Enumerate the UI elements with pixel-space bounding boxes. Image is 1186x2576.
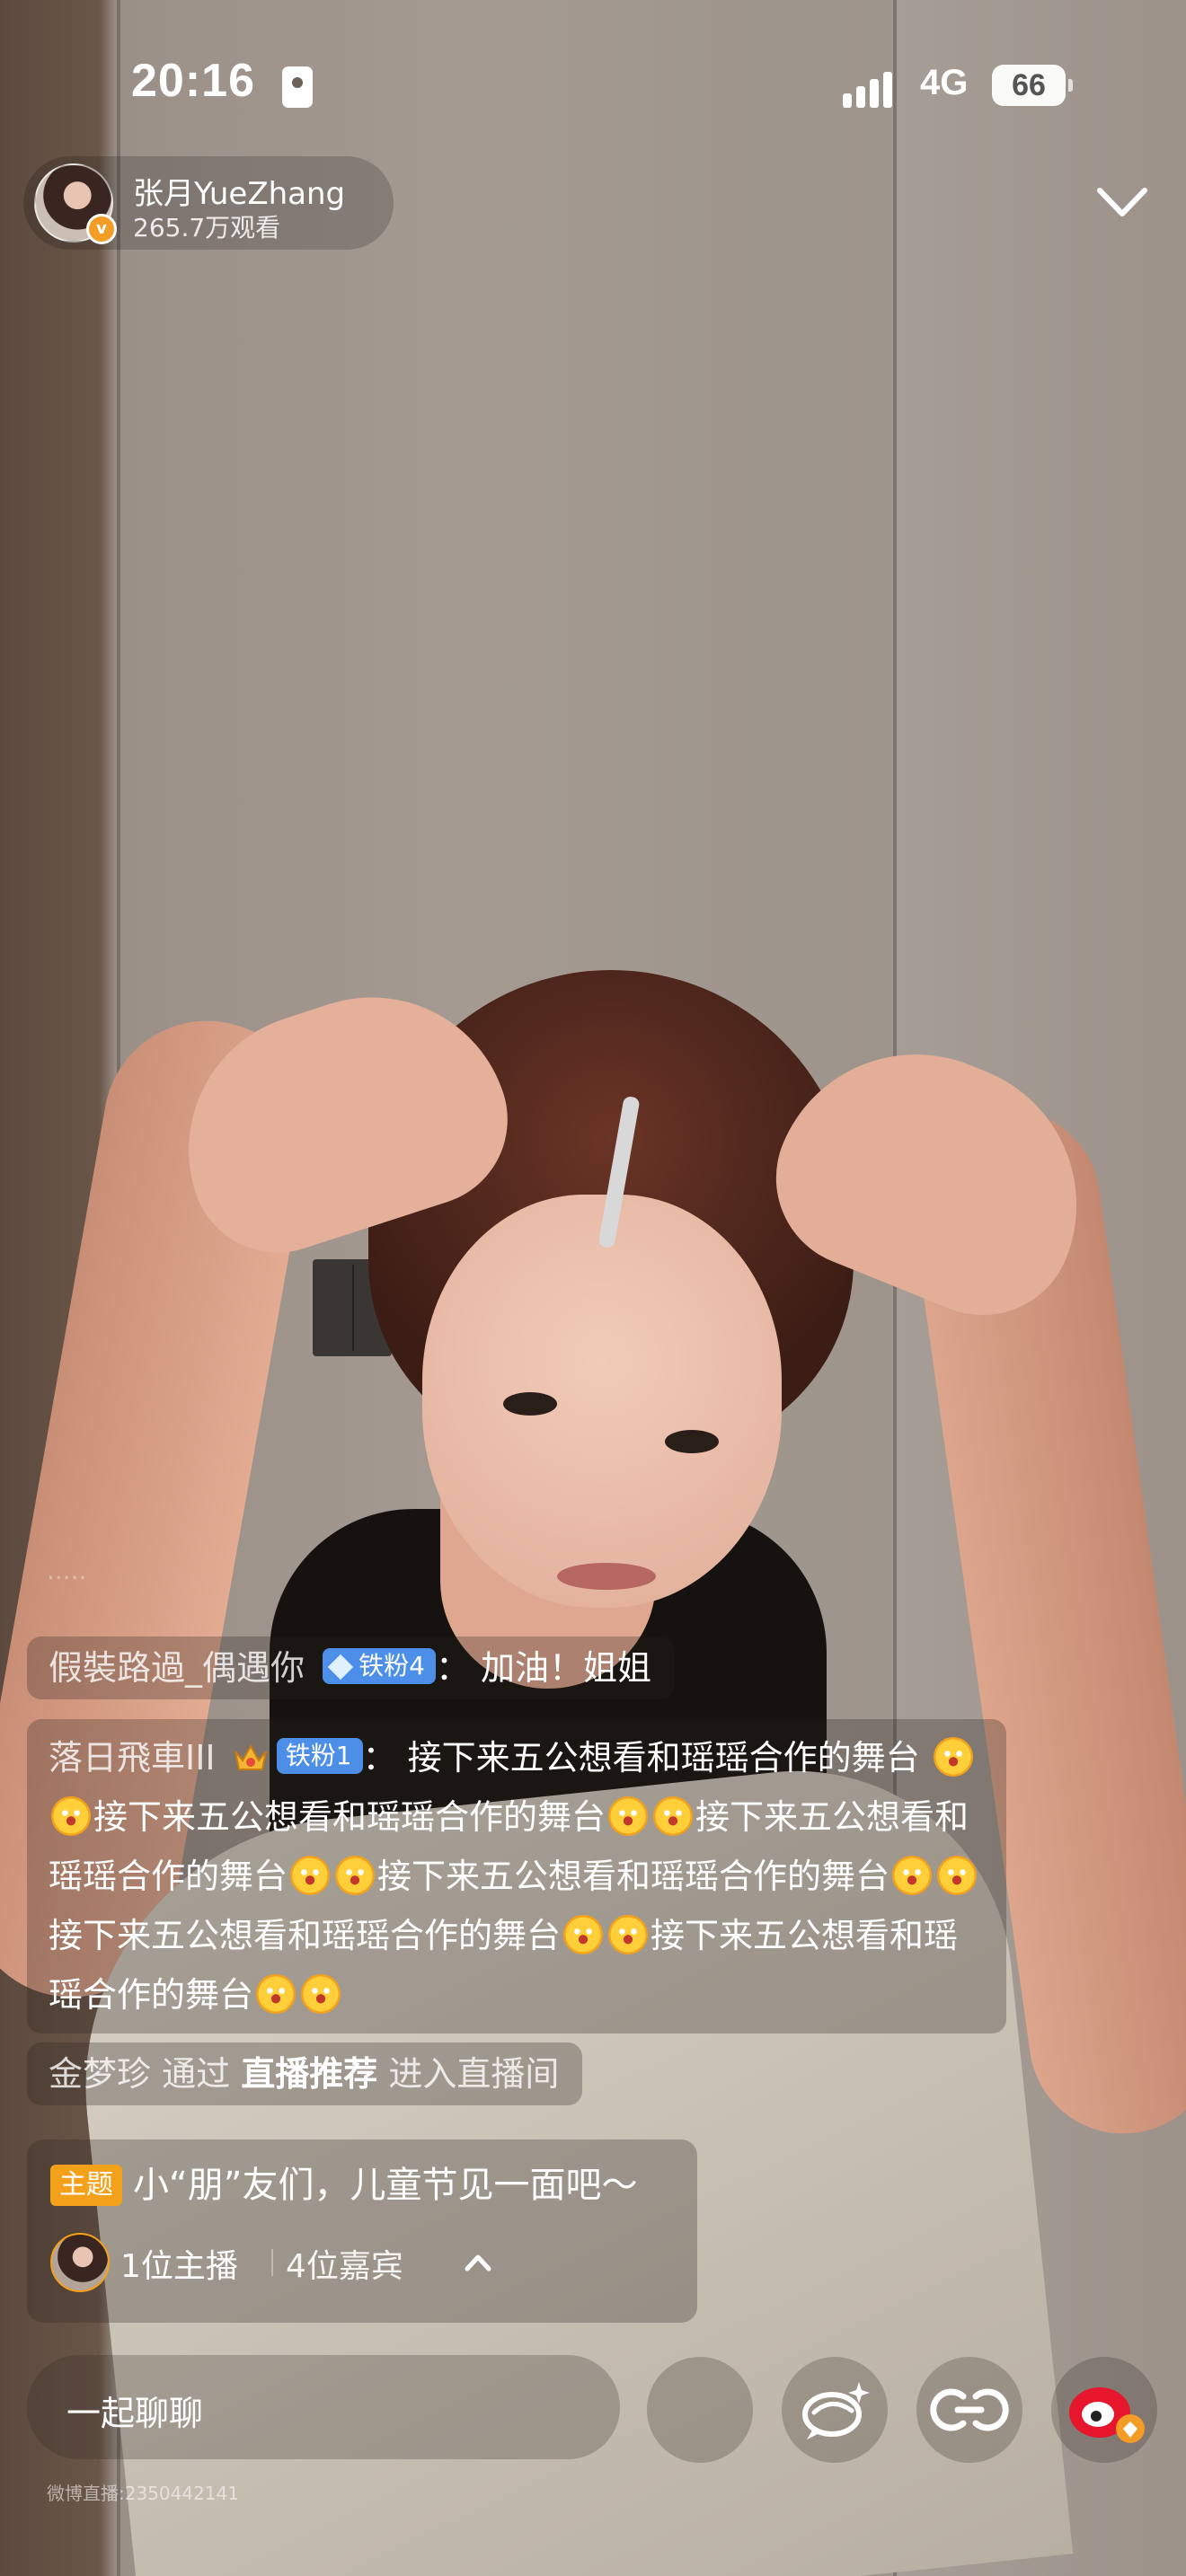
host-mini-avatar: [50, 2233, 110, 2292]
shocked-emoji-icon: [256, 1974, 296, 2014]
shocked-emoji-icon: [563, 1915, 604, 1954]
shocked-emoji-icon: [290, 1856, 331, 1895]
watermark: 微博直播:2350442141: [47, 2483, 239, 2504]
shocked-emoji-icon: [301, 1974, 341, 2014]
host-count: 1位主播: [120, 2248, 238, 2285]
chat-input[interactable]: 一起聊聊: [27, 2355, 620, 2459]
comment-username[interactable]: 假裝路過_偶遇你: [49, 1648, 305, 1688]
shocked-emoji-icon: [933, 1737, 973, 1777]
shocked-emoji-icon: [335, 1856, 376, 1895]
guest-count[interactable]: 4位嘉宾: [286, 2240, 403, 2287]
comment-username[interactable]: 落日飛車III: [49, 1738, 216, 1778]
sparkle-chat-icon: [802, 2382, 870, 2439]
verified-badge-icon: v: [86, 214, 117, 244]
status-bar: 20:16 4G 66: [0, 0, 1186, 171]
shocked-emoji-icon: [51, 1796, 91, 1836]
comment-text: 接下来五公想看和瑶瑶合作的舞台: [49, 1916, 562, 1955]
network-type: 4G: [920, 63, 969, 102]
faded-previous-comment: ·····: [47, 1563, 87, 1592]
divider: [271, 2249, 273, 2276]
sparkle-chat-button[interactable]: [782, 2357, 888, 2463]
comment-item[interactable]: 假裝路過_偶遇你 铁粉4： 加油！姐姐: [27, 1636, 676, 1699]
comment-text: 接下来五公想看和瑶瑶合作的舞台: [93, 1797, 606, 1837]
streamer-eye: [503, 1392, 557, 1416]
crown-icon: [234, 1743, 267, 1770]
link-icon: [930, 2388, 1009, 2431]
host-view-count: 265.7万观看: [133, 213, 281, 243]
host-name: 张月YueZhang: [133, 176, 346, 212]
entry-notice: 金梦珍 通过 直播推荐 进入直播间: [27, 2042, 583, 2105]
chevron-down-icon[interactable]: [1094, 180, 1150, 225]
fan-level-badge: 铁粉4: [323, 1648, 436, 1684]
topic-tag: 主题: [50, 2165, 122, 2206]
weibo-logo-icon: [1069, 2387, 1145, 2443]
status-time: 20:16: [131, 55, 255, 107]
screen-lock-icon: [282, 66, 313, 108]
chat-input-label: 一起聊聊: [66, 2394, 204, 2433]
topic-card[interactable]: 主题 小“朋”友们，儿童节见一面吧～ 1位主播 4位嘉宾: [27, 2139, 697, 2323]
shocked-emoji-icon: [608, 1796, 649, 1836]
streamer-mouth: [557, 1563, 656, 1590]
shocked-emoji-icon: [653, 1796, 694, 1836]
chevron-up-icon[interactable]: [462, 2249, 494, 2276]
topic-title: 小“朋”友们，儿童节见一面吧～: [133, 2165, 638, 2206]
link-button[interactable]: [916, 2357, 1022, 2463]
comment-text: 加油！姐姐: [481, 1648, 652, 1688]
comment-text: 接下来五公想看和瑶瑶合作的舞台: [377, 1857, 890, 1896]
entry-username[interactable]: 金梦珍: [49, 2054, 151, 2094]
shocked-emoji-icon: [608, 1915, 649, 1954]
streamer-face: [422, 1195, 782, 1608]
comment-text: 接下来五公想看和瑶瑶合作的舞台: [407, 1738, 920, 1778]
weibo-button[interactable]: [1051, 2357, 1157, 2463]
comment-item[interactable]: 落日飛車III 铁粉1： 接下来五公想看和瑶瑶合作的舞台 接下来五公想看和瑶瑶合…: [27, 1719, 1006, 2033]
signal-strength-icon: [843, 68, 900, 108]
battery-indicator: 66: [992, 65, 1073, 106]
diamond-icon: [327, 1654, 354, 1681]
shocked-emoji-icon: [892, 1856, 933, 1895]
streamer-eye: [665, 1430, 719, 1453]
shocked-emoji-icon: [937, 1856, 978, 1895]
host-info-chip[interactable]: v 张月YueZhang 265.7万观看: [23, 156, 394, 250]
empty-action-button[interactable]: [647, 2357, 753, 2463]
fan-level-badge: 铁粉1: [276, 1738, 363, 1774]
